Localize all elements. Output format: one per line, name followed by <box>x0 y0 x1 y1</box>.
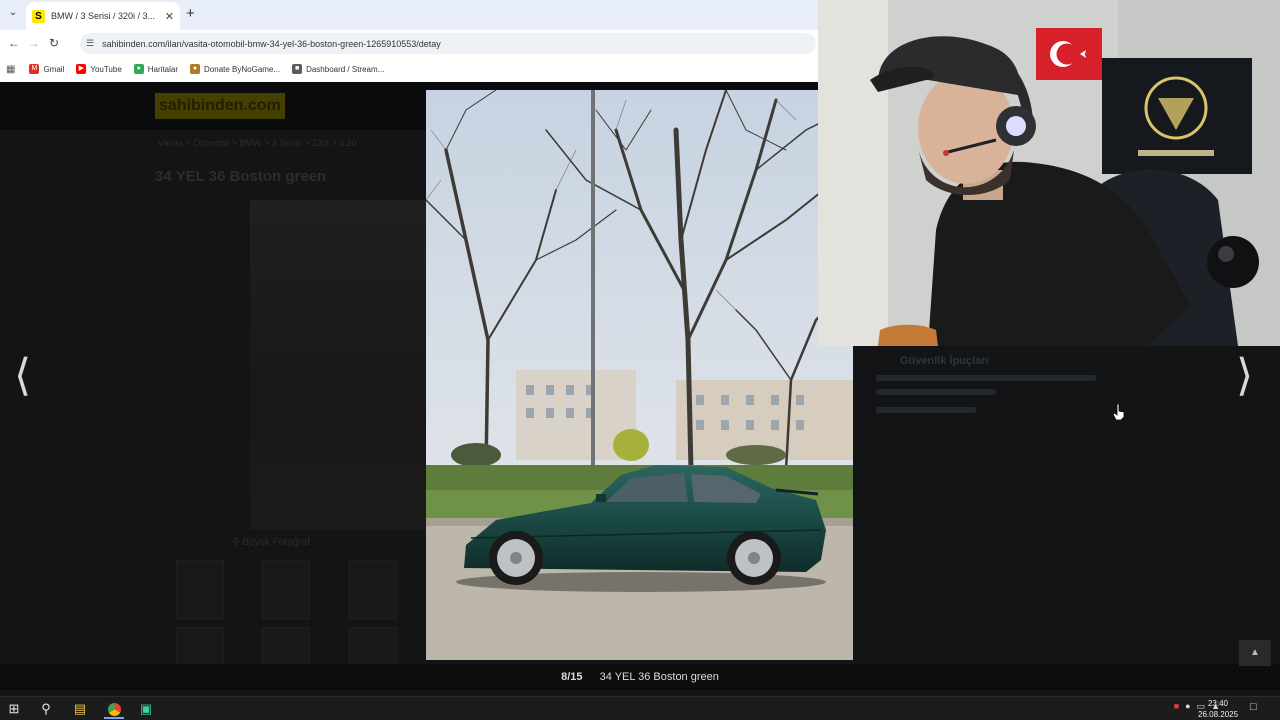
apps-grid-icon[interactable]: ▦ <box>6 64 15 75</box>
site-info-icon[interactable]: ☰ <box>86 38 94 49</box>
webcam-overlay <box>818 0 1280 346</box>
previous-photo-arrow[interactable]: ⟨ <box>14 350 31 401</box>
tab-strip: ⌄ S BMW / 3 Serisi / 320i / 3... ✕ + <box>0 0 818 30</box>
security-tips-text <box>876 389 996 395</box>
security-tips-text <box>876 375 1096 381</box>
app-tray-icon[interactable]: ■ <box>1174 701 1179 712</box>
maps-icon: ● <box>133 64 144 74</box>
bookmark-donate[interactable]: ● Donate ByNoGame... <box>190 64 280 74</box>
bookmark-label: Haritalar <box>147 64 179 74</box>
file-explorer-icon[interactable]: ▤ <box>70 699 90 719</box>
search-icon[interactable]: ⚲ <box>36 699 56 719</box>
bookmark-maps[interactable]: ● Haritalar <box>133 64 179 74</box>
scroll-to-top-button[interactable]: ▲ <box>1239 640 1271 666</box>
bookmark-youtube[interactable]: ▶ YouTube <box>76 64 122 74</box>
photo-caption: 34 YEL 36 Boston green <box>599 671 719 683</box>
browser-tab[interactable]: S BMW / 3 Serisi / 320i / 3... ✕ <box>26 2 180 30</box>
hand-cursor-icon <box>1113 404 1125 420</box>
url-text[interactable]: sahibinden.com/ilan/vasita-otomobil-bmw-… <box>102 39 441 49</box>
windows-start-icon[interactable]: ⊞ <box>4 699 24 719</box>
microphone-icon[interactable]: ● <box>1185 701 1190 712</box>
gallery-caption-bar: 8/15 34 YEL 36 Boston green <box>0 664 1280 690</box>
system-clock[interactable]: 23:40 26.08.2025 <box>1198 698 1238 720</box>
tab-title: BMW / 3 Serisi / 320i / 3... <box>51 11 156 21</box>
chrome-taskbar-icon[interactable] <box>104 699 124 719</box>
back-arrow-icon[interactable]: ← <box>4 36 24 50</box>
bookmark-gmail[interactable]: M Gmail <box>29 64 64 74</box>
forward-arrow-icon[interactable]: → <box>24 36 44 50</box>
bookmark-label: Donate ByNoGame... <box>204 64 281 74</box>
bookmark-dashboard[interactable]: ■ Dashboard / Stream... <box>292 64 384 74</box>
clock-date: 26.08.2025 <box>1198 710 1239 719</box>
windows-taskbar: ⊞ ⚲ ▤ ▣ ■ ● ▭ ▲ 23:40 26.08.2025 □ <box>0 696 1280 720</box>
youtube-icon: ▶ <box>76 64 87 74</box>
gmail-icon: M <box>29 64 40 74</box>
security-tips: Güvenlik İpuçları <box>870 355 1130 413</box>
next-photo-arrow[interactable]: ⟩ <box>1236 350 1253 401</box>
donate-icon: ● <box>190 64 201 74</box>
bookmarks-bar: ▦ M Gmail ▶ YouTube ● Haritalar ● Donate ByN… <box>0 56 818 82</box>
car-photo-image <box>426 90 853 660</box>
new-tab-icon[interactable]: + <box>186 5 195 22</box>
clock-time: 23:40 <box>1207 699 1229 708</box>
bookmark-label: Dashboard / Stream... <box>306 64 385 74</box>
close-tab-icon[interactable]: ✕ <box>165 10 174 23</box>
reload-icon[interactable]: ↻ <box>44 36 64 50</box>
browser-toolbar: ← → ↻ ☰ sahibinden.com/ilan/vasita-otomo… <box>0 30 818 56</box>
photo-counter: 8/15 <box>561 671 583 683</box>
tab-search-icon[interactable]: ⌄ <box>6 7 20 21</box>
gallery-photo <box>426 90 853 660</box>
webcam-image <box>818 0 1280 346</box>
browser-window: ⌄ S BMW / 3 Serisi / 320i / 3... ✕ + ← →… <box>0 0 818 82</box>
security-tips-link[interactable] <box>876 407 976 413</box>
screen: sahibinden.com Vasıta > Otomobil > BMW >… <box>0 0 1280 720</box>
app-taskbar-icon[interactable]: ▣ <box>136 699 156 719</box>
dashboard-icon: ■ <box>292 64 303 74</box>
address-bar[interactable]: ☰ sahibinden.com/ilan/vasita-otomobil-bm… <box>80 33 816 54</box>
security-tips-title: Güvenlik İpuçları <box>900 355 989 367</box>
notifications-icon[interactable]: □ <box>1250 701 1257 713</box>
sahibinden-favicon-icon: S <box>32 9 45 23</box>
bookmark-label: YouTube <box>90 64 122 74</box>
bookmark-label: Gmail <box>43 64 65 74</box>
